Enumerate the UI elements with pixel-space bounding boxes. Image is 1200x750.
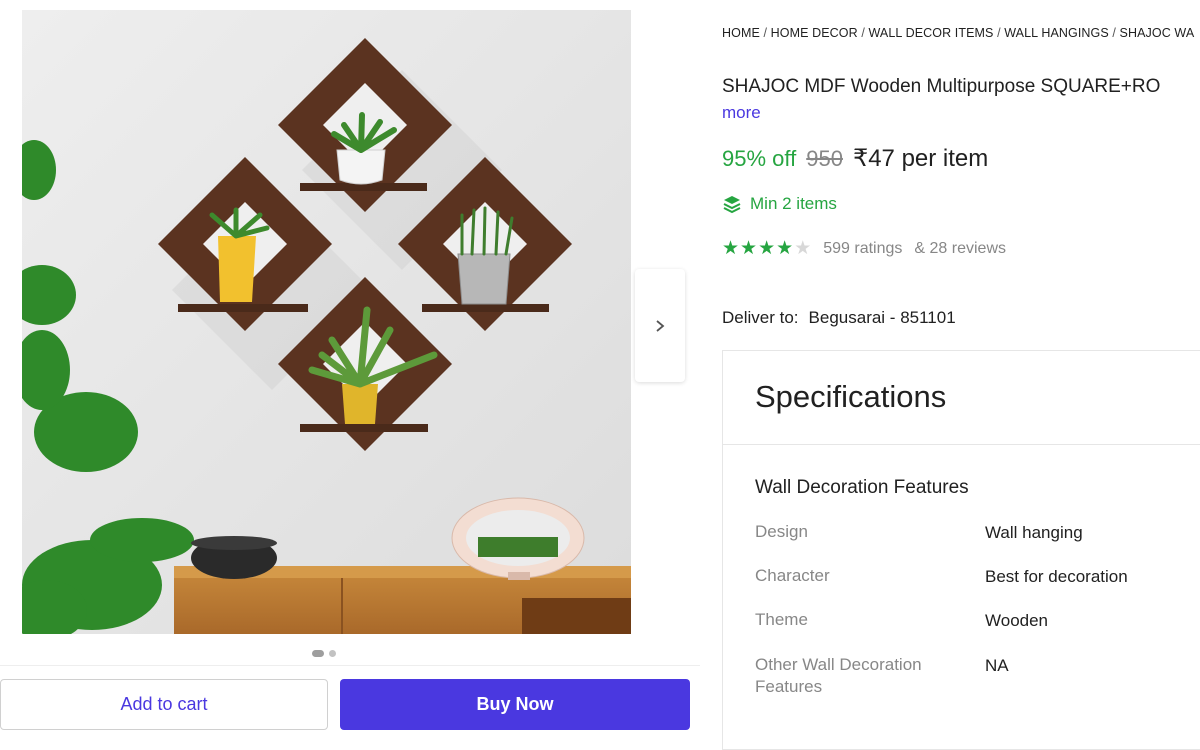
spec-section-title: Wall Decoration Features: [755, 477, 969, 498]
layers-icon: [723, 196, 741, 214]
ratings-count: 599 ratings: [823, 239, 903, 257]
min-items-badge: Min 2 items: [722, 194, 837, 214]
star-icon: ★: [776, 238, 794, 259]
reviews-count: & 28 reviews: [914, 239, 1006, 257]
delivery-location: Begusarai - 851101: [808, 308, 956, 327]
breadcrumb-item-wall-hangings[interactable]: WALL HANGINGS: [1004, 26, 1109, 40]
selling-price: ₹47 per item: [852, 145, 989, 172]
breadcrumb-item-home-decor[interactable]: HOME DECOR: [771, 26, 858, 40]
product-title: SHAJOC MDF Wooden Multipurpose SQUARE+RO: [722, 76, 1161, 97]
spec-value: Best for decoration: [985, 567, 1128, 586]
add-to-cart-button[interactable]: Add to cart: [0, 679, 328, 730]
more-link[interactable]: more: [722, 103, 761, 123]
next-image-button[interactable]: [635, 269, 685, 382]
spec-value: Wall hanging: [985, 523, 1083, 542]
price-row: 95% off 950 ₹47 per item: [722, 144, 988, 173]
deliver-to-label: Deliver to:: [722, 308, 799, 327]
buy-now-button[interactable]: Buy Now: [340, 679, 690, 730]
delivery-info[interactable]: Deliver to: Begusarai - 851101: [722, 308, 956, 328]
black-bowl: [191, 536, 277, 579]
carousel-dot[interactable]: [329, 650, 336, 657]
spec-key: Design: [755, 522, 808, 541]
star-icon: ★: [740, 238, 758, 259]
spec-key: Character: [755, 566, 830, 585]
breadcrumb-separator: /: [861, 26, 869, 40]
spec-value: NA: [985, 656, 1009, 675]
star-icon: ★: [722, 238, 740, 259]
spec-value: Wooden: [985, 611, 1049, 630]
star-icon: ★: [758, 238, 776, 259]
breadcrumb-item-current[interactable]: SHAJOC WA: [1120, 26, 1195, 40]
breadcrumb: HOME / HOME DECOR / WALL DECOR ITEMS / W…: [722, 26, 1194, 40]
breadcrumb-separator: /: [763, 26, 771, 40]
specifications-title: Specifications: [755, 379, 947, 414]
specifications-card: Specifications Wall Decoration Features …: [722, 350, 1200, 750]
spec-key: Theme: [755, 610, 808, 629]
chevron-right-icon: [656, 319, 665, 332]
action-bar: Add to cart Buy Now: [0, 665, 700, 740]
carousel-dot-active[interactable]: [312, 650, 324, 657]
product-image[interactable]: [22, 10, 631, 634]
divider: [723, 444, 1200, 445]
breadcrumb-item-wall-decor-items[interactable]: WALL DECOR ITEMS: [869, 26, 994, 40]
carousel-dots: [312, 650, 336, 657]
discount-percent: 95% off: [722, 146, 797, 171]
product-photo: [22, 10, 631, 634]
breadcrumb-item-home[interactable]: HOME: [722, 26, 760, 40]
original-price: 950: [806, 146, 843, 171]
star-icon: ★: [794, 238, 812, 259]
star-rating: ★ ★ ★ ★ ★: [722, 239, 811, 258]
breadcrumb-separator: /: [1112, 26, 1120, 40]
spec-key: Other Wall Decoration Features: [755, 655, 922, 696]
rating-row[interactable]: ★ ★ ★ ★ ★ 599 ratings & 28 reviews: [722, 239, 1006, 258]
min-items-label: Min 2 items: [750, 194, 837, 213]
